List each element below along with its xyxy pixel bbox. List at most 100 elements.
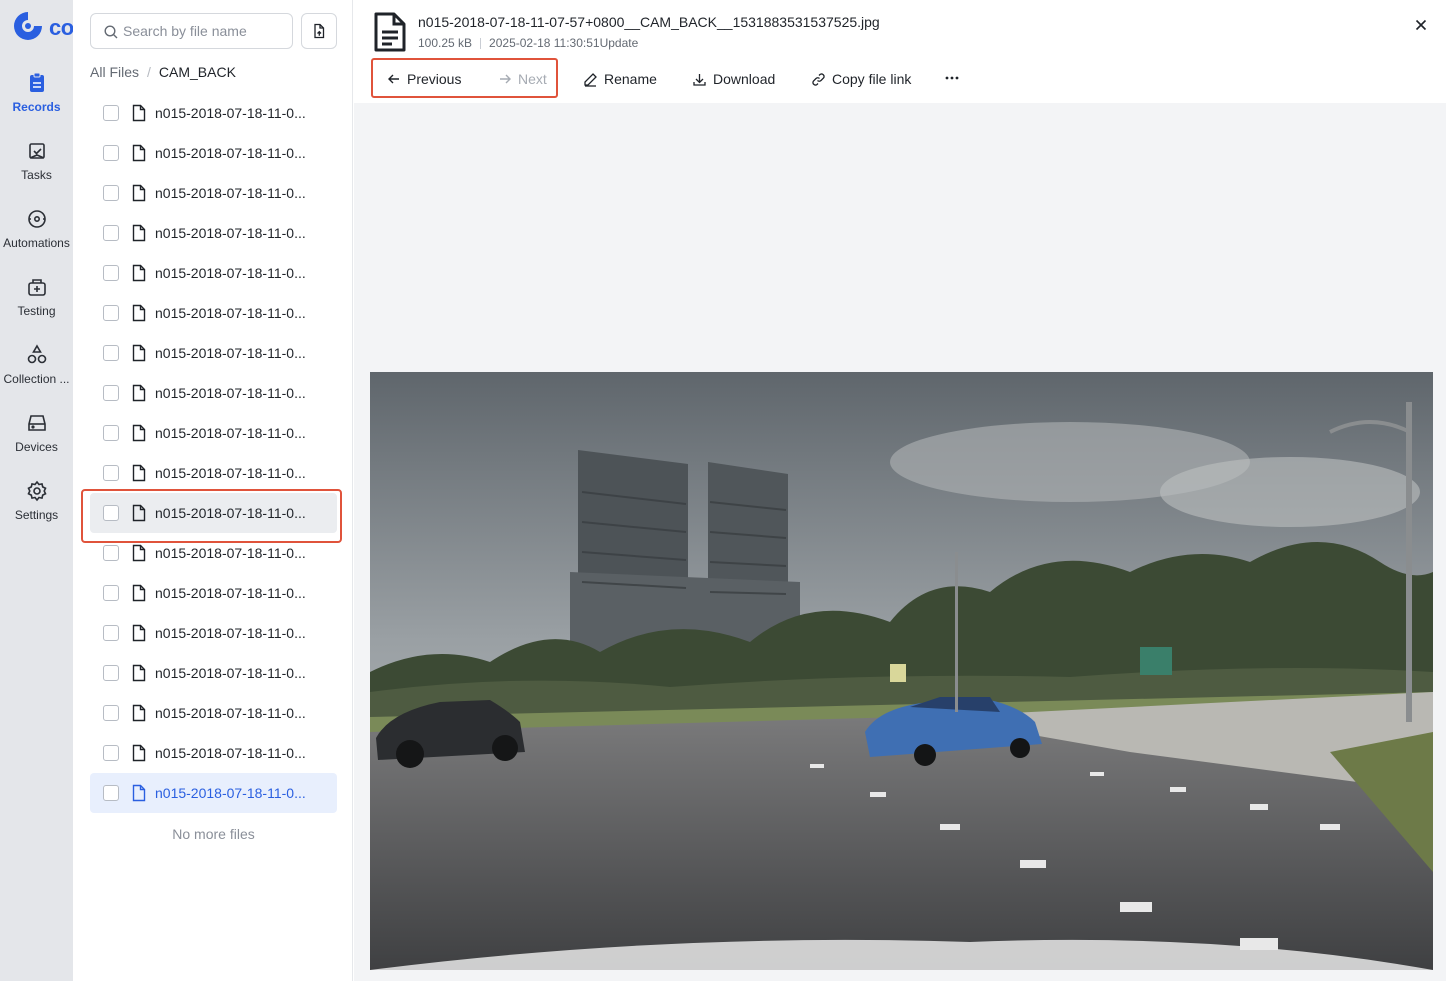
file-name: n015-2018-07-18-11-0... — [155, 745, 306, 761]
breadcrumb-current: CAM_BACK — [158, 64, 236, 80]
file-checkbox[interactable] — [103, 505, 119, 521]
preview-header: n015-2018-07-18-11-07-57+0800__CAM_BACK_… — [354, 0, 1446, 103]
file-icon — [132, 264, 146, 282]
search-icon — [104, 25, 118, 39]
file-checkbox[interactable] — [103, 625, 119, 641]
no-more-files-text: No more files — [172, 826, 255, 842]
file-name: n015-2018-07-18-11-0... — [155, 465, 306, 481]
file-row[interactable]: n015-2018-07-18-11-0... — [90, 173, 337, 213]
file-preview: n015-2018-07-18-11-07-57+0800__CAM_BACK_… — [354, 0, 1446, 981]
file-name: n015-2018-07-18-11-0... — [155, 345, 306, 361]
file-row[interactable]: n015-2018-07-18-11-0... — [90, 293, 337, 333]
download-button[interactable]: Download — [692, 69, 775, 89]
file-checkbox[interactable] — [103, 705, 119, 721]
file-checkbox[interactable] — [103, 385, 119, 401]
devices-icon — [27, 415, 46, 431]
file-name: n015-2018-07-18-11-0... — [155, 385, 306, 401]
file-icon — [132, 624, 146, 642]
file-checkbox[interactable] — [103, 225, 119, 241]
file-checkbox[interactable] — [103, 305, 119, 321]
file-icon — [132, 344, 146, 362]
file-row[interactable]: n015-2018-07-18-11-0... — [90, 653, 337, 693]
nav-testing[interactable]: Testing — [0, 276, 73, 336]
file-icon — [132, 184, 146, 202]
file-checkbox[interactable] — [103, 465, 119, 481]
file-list-panel: All Files / CAM_BACK n015-2018-07-18-11-… — [73, 0, 353, 981]
file-checkbox[interactable] — [103, 425, 119, 441]
app-sidebar: co Records Tasks Automations Testing Col… — [0, 0, 73, 981]
file-checkbox[interactable] — [103, 185, 119, 201]
arrow-right-icon — [500, 74, 511, 84]
brand-logo[interactable]: co — [12, 10, 73, 42]
file-icon — [132, 584, 146, 602]
search-input[interactable] — [123, 21, 288, 41]
nav-collection[interactable]: Collection ... — [0, 344, 73, 404]
file-row[interactable]: n015-2018-07-18-11-0... — [90, 253, 337, 293]
file-name: n015-2018-07-18-11-0... — [155, 505, 306, 521]
file-icon — [132, 384, 146, 402]
file-row[interactable]: n015-2018-07-18-11-0... — [90, 93, 337, 133]
nav-devices[interactable]: Devices — [0, 412, 73, 472]
nav-records[interactable]: Records — [0, 72, 73, 132]
nav-tasks[interactable]: Tasks — [0, 140, 73, 200]
link-icon — [812, 72, 825, 86]
file-checkbox[interactable] — [103, 665, 119, 681]
file-meta: 100.25 kB 2025-02-18 11:30:51Update — [418, 36, 638, 50]
file-row[interactable]: n015-2018-07-18-11-0... — [90, 333, 337, 373]
previous-label: Previous — [407, 71, 462, 87]
file-name: n015-2018-07-18-11-0... — [155, 585, 306, 601]
upload-file-button[interactable] — [301, 13, 337, 49]
file-icon — [132, 704, 146, 722]
brand-logo-icon — [14, 12, 42, 40]
tasks-icon — [28, 143, 45, 159]
copy-link-button[interactable]: Copy file link — [811, 69, 911, 89]
file-checkbox[interactable] — [103, 585, 119, 601]
file-name: n015-2018-07-18-11-0... — [155, 705, 306, 721]
file-row[interactable]: n015-2018-07-18-11-0... — [90, 733, 337, 773]
file-icon — [132, 544, 146, 562]
file-checkbox[interactable] — [103, 345, 119, 361]
file-checkbox[interactable] — [103, 265, 119, 281]
close-icon[interactable] — [1412, 16, 1430, 34]
file-checkbox[interactable] — [103, 785, 119, 801]
nav-automations[interactable]: Automations — [0, 208, 73, 268]
previous-button[interactable]: Previous — [387, 69, 461, 89]
automations-icon — [27, 210, 46, 228]
collection-icon — [27, 344, 46, 364]
ellipsis-icon[interactable] — [944, 68, 960, 88]
next-button[interactable]: Next — [498, 69, 547, 89]
file-row[interactable]: n015-2018-07-18-11-0... — [90, 773, 337, 813]
nav-tasks-label: Tasks — [21, 168, 52, 182]
file-row[interactable]: n015-2018-07-18-11-0... — [90, 533, 337, 573]
file-upload-icon — [314, 23, 325, 39]
nav-testing-label: Testing — [17, 304, 56, 318]
search-box[interactable] — [90, 13, 293, 49]
file-checkbox[interactable] — [103, 105, 119, 121]
file-size: 100.25 kB — [418, 36, 473, 50]
file-checkbox[interactable] — [103, 145, 119, 161]
file-row[interactable]: n015-2018-07-18-11-0... — [90, 453, 337, 493]
nav-automations-label: Automations — [3, 236, 70, 250]
file-name: n015-2018-07-18-11-0... — [155, 225, 306, 241]
file-row[interactable]: n015-2018-07-18-11-0... — [90, 613, 337, 653]
file-name: n015-2018-07-18-11-0... — [155, 265, 306, 281]
file-checkbox[interactable] — [103, 545, 119, 561]
file-row[interactable]: n015-2018-07-18-11-0... — [90, 373, 337, 413]
file-icon — [132, 424, 146, 442]
file-icon — [132, 104, 146, 122]
file-row[interactable]: n015-2018-07-18-11-0... — [90, 573, 337, 613]
file-row[interactable]: n015-2018-07-18-11-0... — [90, 133, 337, 173]
file-icon — [132, 504, 146, 522]
file-row[interactable]: n015-2018-07-18-11-0... — [90, 213, 337, 253]
meta-divider — [480, 37, 482, 49]
file-row[interactable]: n015-2018-07-18-11-0... — [90, 413, 337, 453]
nav-devices-label: Devices — [15, 440, 58, 454]
file-checkbox[interactable] — [103, 745, 119, 761]
rename-button[interactable]: Rename — [583, 69, 657, 89]
file-row[interactable]: n015-2018-07-18-11-0... — [90, 693, 337, 733]
nav-collection-label: Collection ... — [3, 372, 70, 386]
file-row[interactable]: n015-2018-07-18-11-0... — [81, 489, 342, 543]
breadcrumb-root[interactable]: All Files — [90, 64, 139, 80]
nav-settings[interactable]: Settings — [0, 480, 73, 540]
rename-label: Rename — [604, 71, 657, 87]
